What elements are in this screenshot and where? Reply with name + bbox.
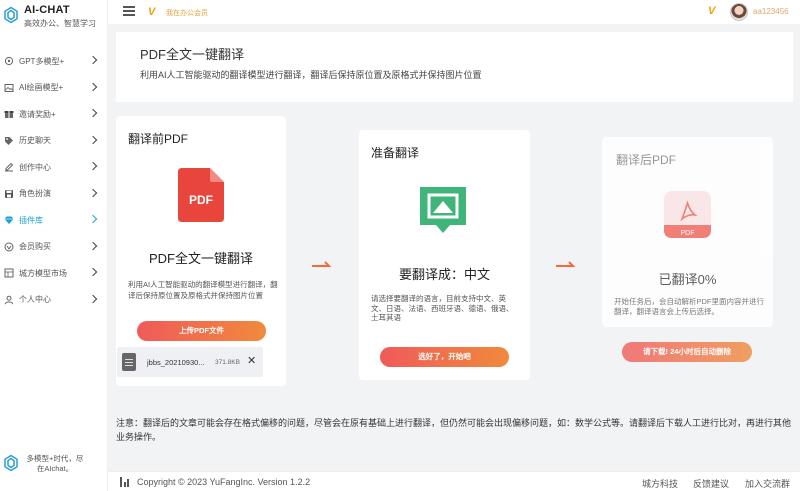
card-title: 翻译前PDF [128,132,189,146]
sidebar-item-gpt[interactable]: GPT多模型+ [0,48,108,75]
sidebar-item-market[interactable]: 城方模型市场 [0,260,108,287]
card-before-translation: 翻译前PDF PDF PDF全文一键翻译 利用AI人工智能驱动的翻译模型进行翻译… [116,116,286,386]
image-icon [4,83,14,93]
translation-progress: 已翻译0% [658,272,717,287]
message-image-icon [420,187,466,233]
logo-icon [4,6,18,24]
sidebar-item-plugins[interactable]: 插件库 [0,207,108,234]
sidebar-item-profile[interactable]: 个人中心 [0,287,108,314]
arrow-right-icon [556,261,576,267]
sidebar-footer: 多模型+时代，尽在AIchat。 [0,452,108,482]
username[interactable]: aa123456 [753,7,789,16]
uploaded-file: jbbs_20210930... 371.8KB ✕ [117,347,263,377]
page-title: PDF全文一键翻译 [140,47,245,62]
remove-file-icon[interactable]: ✕ [247,354,256,367]
sidebar-item-history[interactable]: 历史聊天 [0,128,108,155]
footer-link-feedback[interactable]: 反馈建议 [693,477,729,490]
logo-icon [4,454,18,472]
copyright: Copyright © 2023 YuFangInc. Version 1.2.… [137,477,311,487]
stats-icon [120,477,132,487]
card-heading: PDF全文一键翻译 [148,251,253,266]
notice-text: 注意：翻译后的文章可能会存在格式偏移的问题，尽管会在原有基础上进行翻译，但仍然可… [116,418,792,442]
target-language[interactable]: 要翻译成：中文 [359,264,530,283]
file-icon [122,353,136,371]
svg-text:PDF: PDF [189,193,213,207]
tag-icon [4,136,14,146]
gpt-icon [4,56,14,66]
sidebar-footer-text: 多模型+时代，尽在AIchat。 [26,454,84,473]
arrow-right-icon [312,261,332,267]
user-icon [4,295,14,305]
file-size: 371.8KB [215,359,240,366]
download-button[interactable]: 请下载! 24小时后自动删除 [622,342,752,362]
hamburger-menu-icon[interactable] [123,6,135,16]
file-name: jbbs_20210930... [147,358,205,367]
vip-crown-icon: V [708,5,716,17]
card-description: 利用AI人工智能驱动的翻译模型进行翻译，翻译后保持原位置及原格式并保持图片位置 [128,280,278,300]
vip-text[interactable]: 我在办公会员 [166,8,208,18]
brand-name: AI-CHAT [24,4,70,16]
footer-link-company[interactable]: 城方科技 [642,477,678,490]
sidebar-item-ai-draw[interactable]: AI绘画模型+ [0,75,108,102]
top-header: V 我在办公会员 V aa123456 [108,0,800,24]
sidebar-nav: GPT多模型+ AI绘画模型+ 邀请奖励+ 历史聊天 创作中心 角色扮演 插件库… [0,48,108,313]
upload-pdf-button[interactable]: 上传PDF文件 [137,321,266,341]
page-description: 利用AI人工智能驱动的翻译模型进行翻译，翻译后保持原位置及原格式并保持图片位置 [140,70,482,80]
intro-panel: PDF全文一键翻译 利用AI人工智能驱动的翻译模型进行翻译，翻译后保持原位置及原… [116,32,793,102]
diamond-icon [4,215,14,225]
start-translation-button[interactable]: 选好了，开始吧 [380,347,509,367]
card-after-translation: 翻译后PDF PDF 已翻译0% 开始任务后，会自动解析PDF里面内容并进行翻译… [602,137,773,327]
card-title: 准备翻译 [371,146,420,160]
card-description: 请选择要翻译的语言，目前支持中文、英文、日语、法语、西班牙语、德语、俄语、土耳其… [371,294,514,322]
sidebar-item-create[interactable]: 创作中心 [0,154,108,181]
sidebar: AI-CHAT 高效办公、智慧学习 GPT多模型+ AI绘画模型+ 邀请奖励+ … [0,0,108,491]
pdf-file-icon: PDF [178,168,224,222]
sidebar-item-invite[interactable]: 邀请奖励+ [0,101,108,128]
footer: Copyright © 2023 YuFangInc. Version 1.2.… [108,471,800,491]
grid-icon [4,268,14,278]
pdf-file-icon: PDF [664,191,711,238]
brand[interactable]: AI-CHAT 高效办公、智慧学习 [0,0,108,40]
save-icon [4,189,14,199]
sidebar-item-roleplay[interactable]: 角色扮演 [0,181,108,208]
card-prepare-translation: 准备翻译 要翻译成：中文 请选择要翻译的语言，目前支持中文、英文、日语、法语、西… [359,130,530,380]
vip-icon [4,242,14,252]
sidebar-item-vip[interactable]: 会员购买 [0,234,108,261]
avatar[interactable] [730,3,748,21]
svg-text:PDF: PDF [681,230,695,237]
edit-icon [4,162,14,172]
card-title: 翻译后PDF [616,153,677,167]
card-description: 开始任务后，会自动解析PDF里面内容并进行翻译，翻译语言会上传后选择。 [614,297,764,316]
vip-crown-icon: V [148,6,156,18]
footer-link-join-group[interactable]: 加入交流群 [745,477,790,490]
gift-icon [4,109,14,119]
brand-slogan: 高效办公、智慧学习 [24,19,96,28]
